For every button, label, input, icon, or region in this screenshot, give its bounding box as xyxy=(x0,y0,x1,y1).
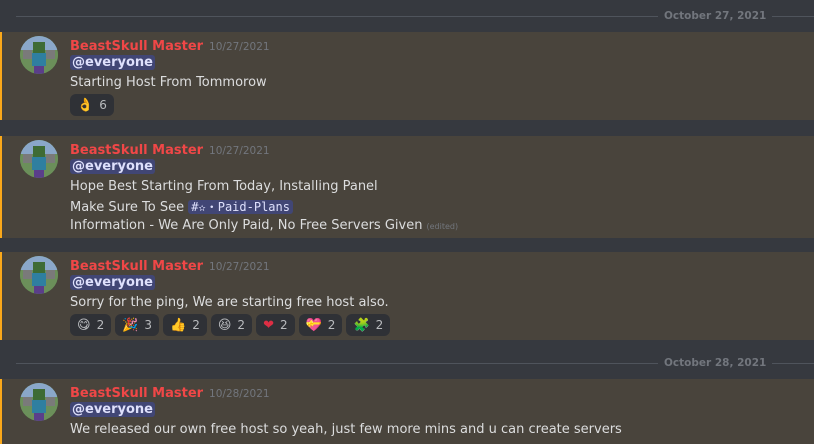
message-content: Sorry for the ping, We are starting free… xyxy=(70,295,389,310)
laughing-emoji-icon: 😆 xyxy=(217,317,232,333)
everyone-mention[interactable]: @everyone xyxy=(70,275,155,290)
ok-hand-emoji-icon: 👌 xyxy=(77,97,94,113)
message-content: Make Sure To See xyxy=(70,200,185,215)
avatar-image xyxy=(20,140,58,178)
reaction-count: 2 xyxy=(96,318,105,332)
avatar[interactable] xyxy=(20,140,58,178)
reaction-count: 2 xyxy=(375,318,384,332)
reaction-count: 3 xyxy=(144,318,153,332)
yum-emoji-icon: 😋 xyxy=(77,317,91,333)
username[interactable]: BeastSkull Master xyxy=(70,386,203,401)
message-header: BeastSkull Master 10/28/2021 xyxy=(70,382,270,401)
message[interactable]: BeastSkull Master 10/27/2021 @everyone St… xyxy=(0,32,814,120)
message-line: @everyone xyxy=(70,159,155,174)
reaction-count: 2 xyxy=(327,318,336,332)
reaction-button[interactable]: ❤ 2 xyxy=(256,314,295,336)
channel-mention[interactable]: #✫・Paid-Plans xyxy=(188,200,293,214)
message-header: BeastSkull Master 10/27/2021 xyxy=(70,255,270,274)
username[interactable]: BeastSkull Master xyxy=(70,259,203,274)
divider-date: October 27, 2021 xyxy=(658,9,773,23)
divider-date: October 28, 2021 xyxy=(658,356,773,370)
message-header: BeastSkull Master 10/27/2021 xyxy=(70,35,270,54)
everyone-mention[interactable]: @everyone xyxy=(70,402,155,417)
avatar-image xyxy=(20,256,58,294)
timestamp[interactable]: 10/28/2021 xyxy=(209,388,270,400)
message[interactable]: BeastSkull Master 10/28/2021 @everyone We… xyxy=(0,379,814,444)
message-content: Starting Host From Tommorow xyxy=(70,75,267,90)
thumbs-up-emoji-icon: 👍 xyxy=(170,317,187,333)
reaction-button[interactable]: 🎉 3 xyxy=(115,314,160,336)
message-line: @everyone xyxy=(70,275,155,290)
reaction-button[interactable]: 👍 2 xyxy=(163,314,207,336)
message[interactable]: BeastSkull Master 10/27/2021 @everyone Ho… xyxy=(0,136,814,238)
message[interactable]: BeastSkull Master 10/27/2021 @everyone So… xyxy=(0,252,814,340)
everyone-mention[interactable]: @everyone xyxy=(70,55,155,70)
message-content: Information - We Are Only Paid, No Free … xyxy=(70,218,423,233)
avatar[interactable] xyxy=(20,36,58,74)
heart-emoji-icon: ❤ xyxy=(263,317,274,333)
reaction-button[interactable]: 😆 2 xyxy=(210,314,253,336)
tada-emoji-icon: 🎉 xyxy=(122,317,139,333)
reaction-button[interactable]: 💝 2 xyxy=(298,314,343,336)
message-line: @everyone xyxy=(70,402,155,417)
timestamp[interactable]: 10/27/2021 xyxy=(209,261,270,273)
message-line: Information - We Are Only Paid, No Free … xyxy=(70,218,458,233)
message-content: We released our own free host so yeah, j… xyxy=(70,422,622,437)
timestamp[interactable]: 10/27/2021 xyxy=(209,145,270,157)
reaction-count: 2 xyxy=(279,318,288,332)
message-content: Hope Best Starting From Today, Installin… xyxy=(70,179,378,194)
avatar[interactable] xyxy=(20,256,58,294)
edited-label: (edited) xyxy=(426,222,459,231)
avatar[interactable] xyxy=(20,383,58,421)
message-line: @everyone xyxy=(70,55,155,70)
avatar-image xyxy=(20,383,58,421)
everyone-mention[interactable]: @everyone xyxy=(70,159,155,174)
custom-green-emoji-icon: 🧩 xyxy=(353,317,370,333)
timestamp[interactable]: 10/27/2021 xyxy=(209,41,270,53)
date-divider: October 28, 2021 xyxy=(0,356,814,370)
gift-heart-emoji-icon: 💝 xyxy=(305,317,322,333)
reactions: 😋 2 🎉 3 👍 2 😆 2 ❤ 2 💝 2 🧩 2 xyxy=(70,314,391,336)
message-header: BeastSkull Master 10/27/2021 xyxy=(70,139,270,158)
username[interactable]: BeastSkull Master xyxy=(70,39,203,54)
avatar-image xyxy=(20,36,58,74)
reaction-button[interactable]: 🧩 2 xyxy=(346,314,391,336)
reaction-button[interactable]: 👌 6 xyxy=(70,94,114,116)
reaction-count: 2 xyxy=(237,318,246,332)
reaction-count: 6 xyxy=(99,98,107,112)
username[interactable]: BeastSkull Master xyxy=(70,143,203,158)
reaction-count: 2 xyxy=(192,318,200,332)
reaction-button[interactable]: 😋 2 xyxy=(70,314,112,336)
message-line: Make Sure To See #✫・Paid-Plans xyxy=(70,198,293,215)
date-divider: October 27, 2021 xyxy=(0,9,814,23)
reactions: 👌 6 xyxy=(70,94,114,116)
